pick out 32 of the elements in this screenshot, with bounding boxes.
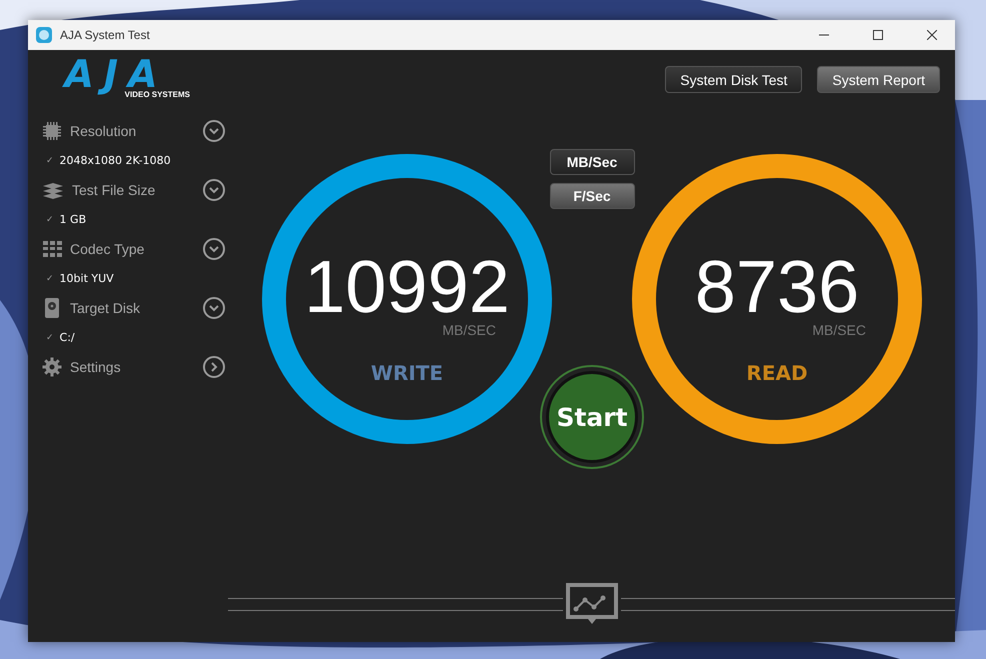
chevron-down-icon[interactable] xyxy=(203,120,225,142)
selected-value: 10bit YUV xyxy=(60,272,114,285)
sidebar-item[interactable]: Codec Type xyxy=(70,241,195,257)
toolbar-button[interactable]: System Disk Test xyxy=(665,66,802,93)
chevron-right-icon[interactable] xyxy=(203,356,225,378)
chevron-down-icon[interactable] xyxy=(203,297,225,319)
check-mark: ✓ xyxy=(46,332,54,342)
selected-value: 1 GB xyxy=(60,213,86,226)
sidebar-item[interactable]: Resolution xyxy=(70,123,195,139)
maximize-icon xyxy=(873,30,883,40)
layers-icon xyxy=(42,180,64,200)
check-mark: ✓ xyxy=(46,214,54,224)
gauge-label: WRITE xyxy=(370,361,444,385)
gauge-label: READ xyxy=(745,361,809,385)
unit-button[interactable]: F/Sec xyxy=(550,183,634,209)
unit-button[interactable]: MB/Sec xyxy=(550,149,634,175)
selected-value: 2048x1080 2K-1080 xyxy=(60,154,171,167)
selected-value: C:/ xyxy=(60,331,75,344)
toolbar-button[interactable]: System Report xyxy=(817,66,940,93)
sidebar-item[interactable]: Test File Size xyxy=(72,182,195,198)
chevron-down-icon[interactable] xyxy=(203,238,225,260)
grid-icon xyxy=(42,239,62,259)
check-mark: ✓ xyxy=(46,274,54,284)
sidebar-item[interactable]: Target Disk xyxy=(70,300,195,316)
start-button[interactable]: Start xyxy=(546,371,638,463)
window-title: AJA System Test xyxy=(60,28,151,42)
sidebar-item[interactable]: Settings xyxy=(70,359,195,375)
chevron-down-icon[interactable] xyxy=(203,179,225,201)
chip-icon xyxy=(42,121,62,141)
close-icon xyxy=(927,30,937,40)
check-mark: ✓ xyxy=(46,156,54,166)
app-icon xyxy=(36,27,52,43)
